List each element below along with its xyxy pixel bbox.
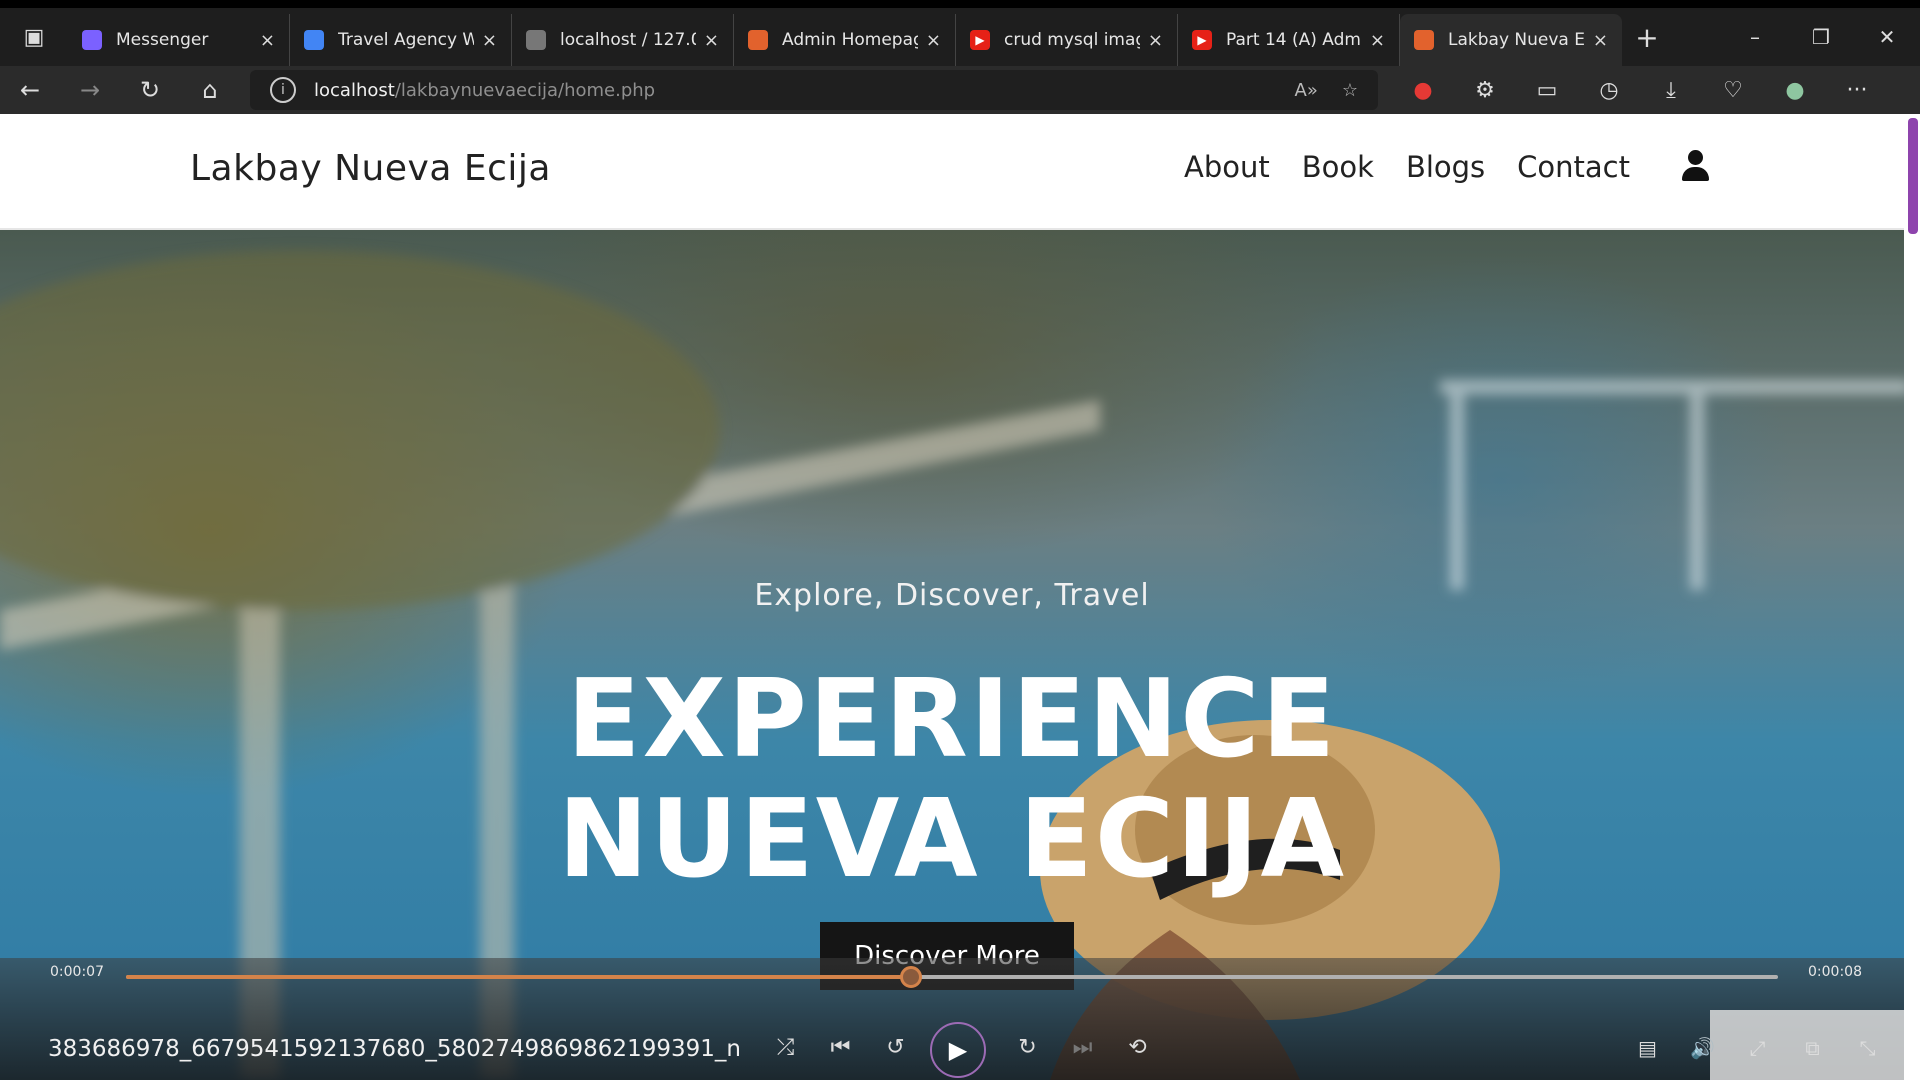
profile-avatar-icon[interactable]: ● (1764, 78, 1826, 103)
previous-icon[interactable]: ⏮ (813, 1026, 868, 1070)
extension-puzzle-icon[interactable]: ⚙ (1454, 78, 1516, 103)
close-icon[interactable]: × (926, 30, 941, 51)
nav-contact-link[interactable]: Contact (1517, 150, 1630, 184)
tab-youtube-part14[interactable]: ▶ Part 14 (A) Admi × (1178, 14, 1400, 66)
play-icon: ▶ (948, 1036, 968, 1064)
hero-section: Explore, Discover, Travel EXPERIENCE NUE… (0, 230, 1904, 1080)
extension-shield-icon[interactable]: ● (1392, 78, 1454, 103)
user-account-icon[interactable] (1680, 150, 1710, 184)
forward-30-icon[interactable]: ↻ (1000, 1026, 1055, 1070)
url-host: localhost (314, 79, 395, 101)
next-icon[interactable]: ⏭ (1055, 1026, 1110, 1070)
tab-localhost-phpmyadmin[interactable]: localhost / 127.0 × (512, 14, 734, 66)
minimize-icon[interactable]: – (1722, 25, 1788, 49)
site-header: Lakbay Nueva Ecija About Book Blogs Cont… (0, 114, 1904, 230)
hero-title: EXPERIENCE NUEVA ECIJA (0, 660, 1904, 900)
address-toolbar: ← → ↻ ⌂ i localhost/lakbaynuevaecija/hom… (0, 66, 1920, 114)
media-filename: 383686978_667954159213768​0_580274986986… (48, 1036, 741, 1062)
playback-controls: ⤮ ⏮ ↺ (758, 1026, 923, 1070)
volume-icon[interactable]: 🔊 (1675, 1026, 1730, 1070)
close-icon[interactable]: × (704, 30, 719, 51)
web-page: Lakbay Nueva Ecija About Book Blogs Cont… (0, 114, 1904, 1080)
close-icon[interactable]: × (1370, 30, 1385, 51)
seek-bar-progress (126, 975, 911, 979)
site-info-icon[interactable]: i (270, 77, 296, 103)
new-tab-button[interactable]: + (1622, 11, 1672, 63)
phpmyadmin-favicon-icon (526, 30, 546, 50)
hero-title-line2: NUEVA ECIJA (557, 777, 1347, 902)
site-nav: About Book Blogs Contact (1184, 150, 1710, 184)
tab-admin-homepage[interactable]: Admin Homepage × (734, 14, 956, 66)
hero-subtitle: Explore, Discover, Travel (754, 578, 1150, 613)
current-time: 0:00:07 (50, 964, 104, 980)
tab-actions-icon[interactable]: ▣ (0, 8, 68, 66)
page-scrollbar-thumb[interactable] (1908, 118, 1918, 234)
youtube-favicon-icon: ▶ (1192, 30, 1212, 50)
hero-title-line1: EXPERIENCE (566, 657, 1338, 782)
youtube-favicon-icon: ▶ (970, 30, 990, 50)
close-icon[interactable]: × (1593, 30, 1608, 51)
play-button[interactable]: ▶ (930, 1022, 986, 1078)
browser-toolbar-icons: ● ⚙ ▭ ◷ ⤓ ♡ ● ··· (1392, 78, 1888, 103)
rewind-10-icon[interactable]: ↺ (868, 1026, 923, 1070)
player-options: ▤ 🔊 ⤢ ⧉ ⤡ (1620, 1026, 1895, 1070)
tab-title: Lakbay Nueva Ec (1448, 30, 1585, 50)
split-screen-icon[interactable]: ▭ (1516, 78, 1578, 103)
seek-bar-handle[interactable] (899, 966, 922, 988)
more-menu-icon[interactable]: ··· (1826, 78, 1888, 103)
cast-icon[interactable]: ⤢ (1730, 1026, 1785, 1070)
captions-icon[interactable]: ▤ (1620, 1026, 1675, 1070)
refresh-icon[interactable]: ↻ (120, 66, 180, 114)
tab-title: Part 14 (A) Admi (1226, 30, 1362, 50)
site-favicon-icon (1414, 30, 1434, 50)
tab-title: Travel Agency W (338, 30, 474, 50)
playback-controls-right: ↻ ⏭ ⟲ (1000, 1026, 1165, 1070)
collections-icon[interactable]: ◷ (1578, 78, 1640, 103)
back-icon[interactable]: ← (0, 66, 60, 114)
url-path: /lakbaynuevaecija/home.php (394, 79, 656, 101)
home-icon[interactable]: ⌂ (180, 66, 240, 114)
url-bar[interactable]: i localhost/lakbaynuevaecija/home.php A»… (250, 70, 1378, 110)
url-actions: A» ☆ (1295, 80, 1358, 101)
mini-view-icon[interactable]: ⧉ (1785, 1026, 1840, 1070)
tab-travel-agency[interactable]: Travel Agency W × (290, 14, 512, 66)
restore-icon[interactable]: ❐ (1788, 25, 1854, 49)
google-favicon-icon (304, 30, 324, 50)
close-icon[interactable]: × (260, 30, 275, 51)
messenger-favicon-icon (82, 30, 102, 50)
browser-tab-bar: ▣ Messenger × Travel Agency W × localhos… (0, 0, 1920, 66)
window-controls: – ❐ ✕ (1722, 25, 1920, 49)
tab-title: Messenger (116, 30, 209, 50)
tab-lakbay-active[interactable]: Lakbay Nueva Ec × (1400, 14, 1622, 66)
browser-essentials-icon[interactable]: ♡ (1702, 78, 1764, 103)
nav-blogs-link[interactable]: Blogs (1406, 150, 1485, 184)
shuffle-icon[interactable]: ⤮ (758, 1026, 813, 1070)
close-icon[interactable]: × (482, 30, 497, 51)
tab-title: localhost / 127.0 (560, 30, 696, 50)
site-brand-logo[interactable]: Lakbay Nueva Ecija (190, 148, 551, 189)
nav-book-link[interactable]: Book (1302, 150, 1374, 184)
site-favicon-icon (748, 30, 768, 50)
tab-messenger[interactable]: Messenger × (68, 14, 290, 66)
forward-icon[interactable]: → (60, 66, 120, 114)
fullscreen-icon[interactable]: ⤡ (1840, 1026, 1895, 1070)
tab-title: Admin Homepage (782, 30, 918, 50)
favorite-star-icon[interactable]: ☆ (1342, 80, 1358, 101)
page-scrollbar[interactable] (1904, 114, 1920, 1080)
total-time: 0:00:08 (1808, 964, 1862, 980)
download-icon[interactable]: ⤓ (1640, 78, 1702, 103)
tab-youtube-crud[interactable]: ▶ crud mysql imag × (956, 14, 1178, 66)
close-icon[interactable]: × (1148, 30, 1163, 51)
tab-title: crud mysql imag (1004, 30, 1140, 50)
read-aloud-icon[interactable]: A» (1295, 80, 1318, 101)
nav-about-link[interactable]: About (1184, 150, 1270, 184)
repeat-off-icon[interactable]: ⟲ (1110, 1026, 1165, 1070)
close-window-icon[interactable]: ✕ (1854, 25, 1920, 49)
